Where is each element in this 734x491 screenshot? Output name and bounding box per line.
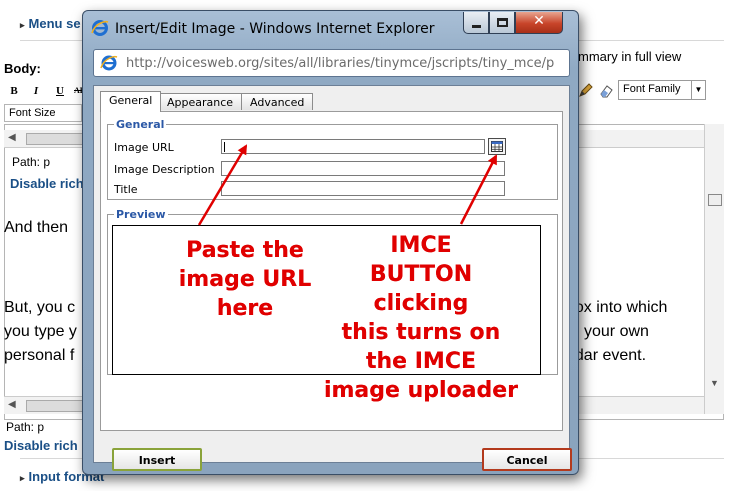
menu-settings-label: Menu se — [28, 16, 81, 31]
annotation-line: IMCE — [390, 233, 452, 258]
general-fieldset: General Image URL Image Description Titl — [107, 118, 558, 200]
collapse-triangle-icon: ▸ — [20, 20, 25, 30]
font-family-select[interactable]: Font Family ▼ — [618, 80, 706, 100]
annotation-line: the IMCE — [365, 349, 476, 374]
insert-button[interactable]: Insert — [112, 448, 202, 471]
scroll-down-icon[interactable]: ▼ — [710, 378, 719, 388]
collapse-triangle-icon: ▸ — [20, 473, 25, 483]
scroll-left-icon[interactable]: ◀ — [8, 132, 16, 143]
editor-text[interactable]: But, you c — [4, 299, 75, 317]
annotation-line: image URL — [178, 267, 312, 292]
address-bar[interactable]: http://voicesweb.org/sites/all/libraries… — [93, 49, 570, 77]
body-label: Body: — [4, 61, 41, 76]
ie-page-icon — [100, 55, 118, 71]
paste-url-annotation: Paste the image URL here — [160, 236, 330, 323]
title-input[interactable] — [221, 181, 505, 196]
image-description-input[interactable] — [221, 161, 505, 176]
italic-button[interactable]: I — [28, 83, 44, 99]
menu-settings-link[interactable]: ▸ Menu se — [20, 16, 81, 31]
window-title: Insert/Edit Image - Windows Internet Exp… — [115, 21, 435, 37]
annotation-line: here — [216, 296, 274, 321]
close-button[interactable]: ✕ — [515, 12, 563, 34]
summary-text: mmary in full view — [578, 49, 682, 64]
preview-legend: Preview — [116, 208, 166, 221]
image-description-label: Image Description — [114, 163, 215, 176]
image-url-label: Image URL — [114, 141, 174, 154]
tab-appearance[interactable]: Appearance — [158, 93, 243, 110]
editor-text[interactable]: box into which — [566, 299, 667, 317]
editor-text[interactable]: And then — [4, 219, 68, 237]
image-url-input[interactable] — [221, 139, 485, 154]
path-indicator-top: Path: p — [12, 155, 51, 169]
pencil-icon[interactable] — [578, 82, 594, 98]
disable-rich-text-link-bottom[interactable]: Disable rich — [4, 438, 78, 453]
address-url: http://voicesweb.org/sites/all/libraries… — [126, 56, 555, 71]
underline-button[interactable]: U — [52, 83, 68, 99]
imce-button-annotation: IMCE BUTTON clicking this turns on the I… — [316, 231, 526, 405]
annotation-line: Paste the — [186, 238, 304, 263]
maximize-button[interactable] — [489, 12, 515, 34]
annotation-line: image uploader — [323, 378, 519, 403]
cancel-button[interactable]: Cancel — [482, 448, 572, 471]
editor-text[interactable]: your own — [584, 323, 649, 341]
minimize-button[interactable] — [463, 12, 489, 34]
close-icon: ✕ — [533, 13, 545, 29]
vertical-scrollbar[interactable]: ▼ — [704, 124, 724, 414]
editor-text[interactable]: personal f — [4, 347, 74, 365]
scroll-left-icon[interactable]: ◀ — [8, 399, 16, 410]
eraser-icon[interactable] — [598, 83, 614, 99]
annotation-line: BUTTON — [369, 262, 473, 287]
scroll-thumb[interactable] — [708, 194, 722, 206]
maximize-icon — [497, 18, 508, 27]
path-indicator-bottom: Path: p — [6, 420, 45, 434]
scroll-thumb[interactable] — [26, 133, 86, 145]
editor-text[interactable]: you type y — [4, 323, 77, 341]
font-family-value: Font Family — [623, 83, 681, 95]
scroll-thumb[interactable] — [26, 400, 86, 412]
tab-general[interactable]: General — [100, 91, 162, 112]
font-size-select[interactable]: Font Size — [4, 104, 82, 122]
general-legend: General — [116, 118, 165, 131]
bold-button[interactable]: B — [6, 83, 22, 99]
annotation-line: this turns on — [341, 320, 501, 345]
dropdown-arrow-icon: ▼ — [691, 81, 705, 99]
minimize-icon — [472, 25, 481, 28]
disable-rich-text-link-top[interactable]: Disable rich — [10, 176, 84, 191]
tab-advanced[interactable]: Advanced — [241, 93, 314, 110]
imce-browse-button[interactable] — [488, 138, 506, 155]
title-label: Title — [114, 183, 138, 196]
browse-grid-icon — [491, 141, 503, 152]
ie-logo-icon — [91, 20, 109, 36]
annotation-line: clicking — [373, 291, 469, 316]
